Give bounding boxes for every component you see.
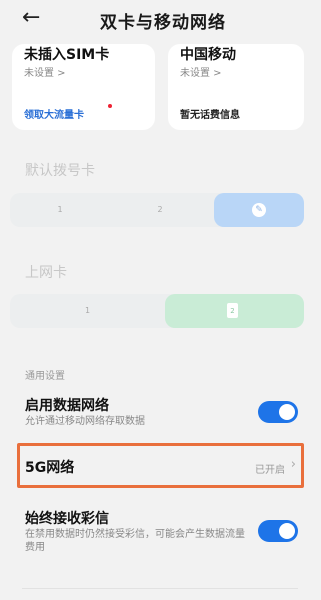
bottom-divider: [22, 588, 298, 589]
sim-card-2-status[interactable]: 未设置 >: [180, 64, 222, 79]
default-dial-option-selected[interactable]: ✎: [214, 193, 304, 227]
five-g-title: 5G网络: [25, 460, 75, 476]
data-network-toggle[interactable]: [258, 401, 298, 423]
data-card-selector: 1 2: [10, 294, 304, 328]
sim-card-1-action[interactable]: 领取大流量卡: [24, 106, 84, 121]
default-dial-option-1[interactable]: 1: [10, 193, 110, 227]
pencil-icon: ✎: [252, 203, 266, 217]
mms-toggle[interactable]: [258, 520, 298, 542]
notification-dot-icon: [108, 104, 112, 108]
page-title: 双卡与移动网络: [100, 13, 226, 33]
toggle-knob: [279, 523, 295, 539]
chevron-right-icon: ›: [290, 457, 296, 472]
sim-card-1-status[interactable]: 未设置 >: [24, 64, 66, 79]
data-network-subtitle: 允许通过移动网络存取数据: [25, 416, 145, 427]
default-dial-selector: 1 2 ✎: [10, 193, 304, 227]
data-network-title: 启用数据网络: [25, 398, 109, 414]
data-card-label: 上网卡: [25, 265, 67, 281]
general-settings-label: 通用设置: [25, 371, 65, 382]
data-card-option-selected[interactable]: 2: [165, 294, 304, 328]
five-g-status: 已开启: [255, 465, 285, 476]
header: ← 双卡与移动网络: [0, 0, 321, 38]
sim-card-2-name: 中国移动: [180, 47, 236, 63]
default-dial-option-2[interactable]: 2: [110, 193, 210, 227]
mms-subtitle: 在禁用数据时仍然接受彩信，可能会产生数据流量费用: [25, 529, 245, 553]
sim-card-icon: 2: [227, 303, 238, 318]
data-card-option-1[interactable]: 1: [10, 294, 165, 328]
default-dial-label: 默认拨号卡: [25, 163, 95, 179]
toggle-knob: [279, 404, 295, 420]
sim-card-2-action: 暂无话费信息: [180, 110, 240, 121]
sim-card-1[interactable]: 未插入SIM卡 未设置 > 领取大流量卡: [12, 44, 155, 130]
back-arrow-icon[interactable]: ←: [22, 6, 48, 30]
sim-card-2[interactable]: 中国移动 未设置 > 暂无话费信息: [168, 44, 304, 130]
mms-title: 始终接收彩信: [25, 511, 109, 527]
sim-card-1-name: 未插入SIM卡: [24, 47, 110, 63]
